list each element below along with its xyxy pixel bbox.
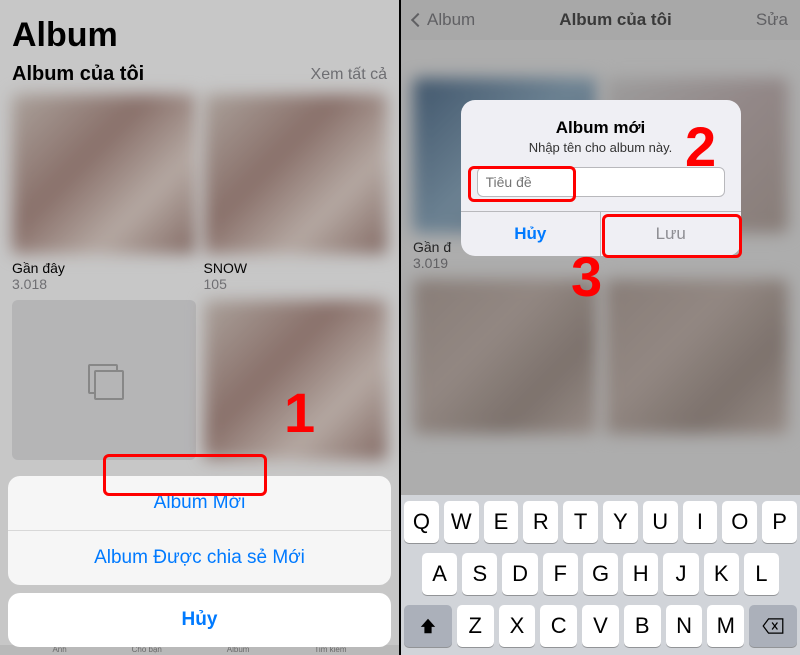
key-l[interactable]: L bbox=[744, 553, 779, 595]
key-b[interactable]: B bbox=[624, 605, 661, 647]
key-i[interactable]: I bbox=[683, 501, 718, 543]
key-y[interactable]: Y bbox=[603, 501, 638, 543]
new-album-dialog: Album mới Nhập tên cho album này. Hủy Lư… bbox=[461, 100, 741, 256]
key-p[interactable]: P bbox=[762, 501, 797, 543]
key-h[interactable]: H bbox=[623, 553, 658, 595]
backspace-key[interactable] bbox=[749, 605, 797, 647]
key-v[interactable]: V bbox=[582, 605, 619, 647]
dialog-save-button[interactable]: Lưu bbox=[601, 212, 741, 256]
key-g[interactable]: G bbox=[583, 553, 618, 595]
key-f[interactable]: F bbox=[543, 553, 578, 595]
key-d[interactable]: D bbox=[502, 553, 537, 595]
action-sheet: Album Mới Album Được chia sẻ Mới Hủy bbox=[0, 468, 399, 655]
key-t[interactable]: T bbox=[563, 501, 598, 543]
key-k[interactable]: K bbox=[704, 553, 739, 595]
key-j[interactable]: J bbox=[663, 553, 698, 595]
dialog-input-wrap bbox=[461, 163, 741, 211]
key-s[interactable]: S bbox=[462, 553, 497, 595]
dialog-actions: Hủy Lưu bbox=[461, 211, 741, 256]
key-n[interactable]: N bbox=[666, 605, 703, 647]
key-a[interactable]: A bbox=[422, 553, 457, 595]
key-u[interactable]: U bbox=[643, 501, 678, 543]
key-z[interactable]: Z bbox=[457, 605, 494, 647]
key-x[interactable]: X bbox=[499, 605, 536, 647]
keyboard: Q W E R T Y U I O P A S D F G H J K L Z bbox=[401, 495, 800, 655]
new-album-option[interactable]: Album Mới bbox=[8, 476, 391, 531]
key-q[interactable]: Q bbox=[404, 501, 439, 543]
action-group: Album Mới Album Được chia sẻ Mới bbox=[8, 476, 391, 585]
shift-icon bbox=[419, 617, 437, 635]
dialog-title: Album mới bbox=[473, 118, 729, 138]
keyboard-row-3: Z X C V B N M bbox=[404, 605, 797, 647]
cancel-button[interactable]: Hủy bbox=[8, 593, 391, 647]
key-m[interactable]: M bbox=[707, 605, 744, 647]
new-shared-album-option[interactable]: Album Được chia sẻ Mới bbox=[8, 531, 391, 585]
keyboard-row-1: Q W E R T Y U I O P bbox=[404, 501, 797, 543]
screenshot-left: Album Album của tôi Xem tất cả Gần đây 3… bbox=[0, 0, 399, 655]
shift-key[interactable] bbox=[404, 605, 452, 647]
key-o[interactable]: O bbox=[722, 501, 757, 543]
key-e[interactable]: E bbox=[484, 501, 519, 543]
key-w[interactable]: W bbox=[444, 501, 479, 543]
backspace-icon bbox=[762, 618, 784, 634]
dialog-header: Album mới Nhập tên cho album này. bbox=[461, 100, 741, 163]
screenshot-right: Album Album của tôi Sửa Gần đ 3.019 bbox=[401, 0, 800, 655]
keyboard-row-2: A S D F G H J K L bbox=[404, 553, 797, 595]
key-r[interactable]: R bbox=[523, 501, 558, 543]
album-title-input[interactable] bbox=[477, 167, 725, 197]
key-c[interactable]: C bbox=[540, 605, 577, 647]
dialog-subtitle: Nhập tên cho album này. bbox=[473, 140, 729, 155]
dialog-cancel-button[interactable]: Hủy bbox=[461, 212, 602, 256]
